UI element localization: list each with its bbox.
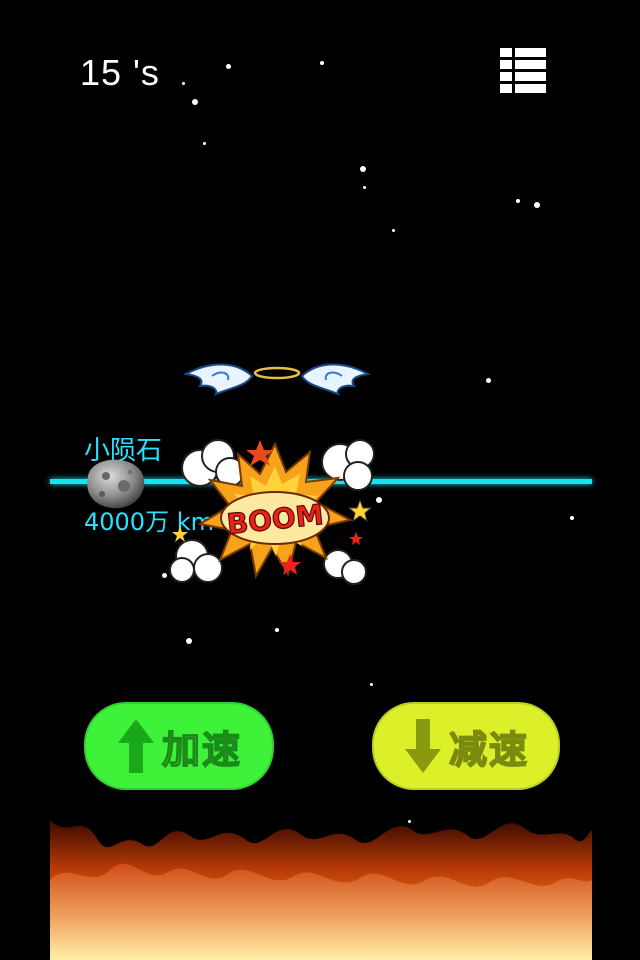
star — [203, 142, 206, 145]
boom-explosion-icon: BOOM — [169, 439, 375, 585]
star — [182, 82, 185, 85]
list-menu-icon — [500, 48, 546, 93]
star — [392, 229, 395, 232]
angel-wings-icon — [182, 363, 372, 396]
star — [363, 186, 366, 189]
accelerate-button[interactable]: 加速 — [84, 702, 274, 790]
star — [370, 683, 373, 686]
menu-button[interactable] — [500, 48, 546, 94]
fire-hazard — [50, 820, 592, 960]
star — [275, 628, 279, 632]
star — [186, 638, 192, 644]
arrow-down-icon — [404, 719, 441, 773]
star — [534, 202, 540, 208]
decelerate-label: 减速 — [448, 727, 529, 773]
star — [516, 199, 520, 203]
star — [226, 64, 231, 69]
arrow-up-icon — [117, 719, 154, 773]
star — [486, 378, 491, 383]
decelerate-button[interactable]: 减速 — [372, 702, 560, 790]
star — [360, 166, 366, 172]
star — [192, 99, 198, 105]
accelerate-label: 加速 — [161, 727, 242, 773]
star — [570, 516, 574, 520]
star — [320, 61, 324, 65]
timer-display: 15 's — [80, 52, 160, 93]
game-stage: 15 's 小陨石 4000万 km BOOM 加速 减速 — [0, 0, 640, 960]
